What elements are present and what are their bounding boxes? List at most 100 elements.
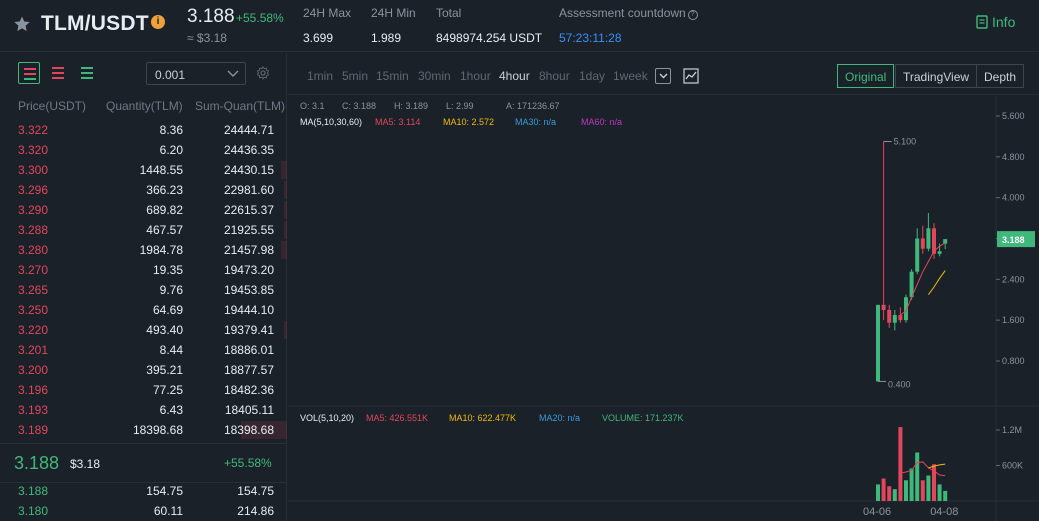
volume-bar xyxy=(876,484,880,501)
bid-quantity: 154.75 xyxy=(146,484,183,498)
volume-bar xyxy=(943,490,948,501)
ohlc-legend-l: L: 2.99 xyxy=(446,101,474,111)
ask-row[interactable]: 3.250 64.69 19444.10 xyxy=(0,300,287,320)
ask-row[interactable]: 3.265 9.76 19453.85 xyxy=(0,280,287,300)
view-bids-button[interactable] xyxy=(76,62,98,84)
mid-price: 3.188 xyxy=(14,453,60,473)
volume-bar xyxy=(892,489,897,501)
ask-price: 3.296 xyxy=(18,183,49,197)
volume-bar xyxy=(920,480,925,501)
bid-price: 3.188 xyxy=(18,484,49,498)
indicator-icon[interactable] xyxy=(683,68,699,84)
price-tick-label: 0.800 xyxy=(1002,356,1025,366)
mode-tab-original[interactable]: Original xyxy=(837,64,895,88)
volume-legend-volume: VOLUME: 171.237K xyxy=(602,413,684,423)
depth-bar xyxy=(284,221,287,239)
price-tick-label: 4.000 xyxy=(1002,193,1025,203)
countdown-label: Assessment countdown xyxy=(559,6,686,20)
view-asks-button[interactable] xyxy=(47,62,69,84)
trading-pair: TLM/USDT xyxy=(41,12,149,35)
ask-quantity: 366.23 xyxy=(146,183,183,197)
precision-select[interactable]: 0.001 xyxy=(146,62,246,85)
bid-quantity: 60.11 xyxy=(153,504,183,518)
ask-row[interactable]: 3.296 366.23 22981.60 xyxy=(0,180,287,200)
ohlc-legend-h: H: 3.189 xyxy=(394,101,428,111)
stat-value: 57:23:11:28 xyxy=(559,31,622,45)
ask-row[interactable]: 3.270 19.35 19473.20 xyxy=(0,260,287,280)
timeframe-30min[interactable]: 30min xyxy=(418,69,451,83)
ohlc-legend-a: A: 171236.67 xyxy=(506,101,560,111)
ask-row[interactable]: 3.200 395.21 18877.57 xyxy=(0,360,287,380)
gear-icon[interactable] xyxy=(256,66,270,80)
ask-row[interactable]: 3.220 493.40 19379.41 xyxy=(0,320,287,340)
ask-row[interactable]: 3.320 6.20 24436.35 xyxy=(0,140,287,160)
volume-bar xyxy=(898,427,903,501)
more-timeframes-dropdown[interactable] xyxy=(655,68,671,84)
ask-row[interactable]: 3.196 77.25 18482.36 xyxy=(0,380,287,400)
stat-value: 3.699 xyxy=(303,31,334,45)
ask-price: 3.200 xyxy=(18,363,49,377)
timeframe-4hour[interactable]: 4hour xyxy=(499,69,530,83)
bid-price: 3.180 xyxy=(18,504,49,518)
ma-legend-label: MA(5,10,30,60) xyxy=(300,117,362,127)
ask-row[interactable]: 3.193 6.43 18405.11 xyxy=(0,400,287,420)
volume-tick-label: 600K xyxy=(1002,461,1023,471)
ask-quantity: 689.82 xyxy=(146,203,183,217)
ask-quantity: 6.20 xyxy=(159,143,183,157)
timeframe-5min[interactable]: 5min xyxy=(342,69,368,83)
timeframe-15min[interactable]: 15min xyxy=(376,69,409,83)
price-tick-label: 4.800 xyxy=(1002,152,1025,162)
info-button[interactable]: Info xyxy=(976,14,1015,30)
timeframe-8hour[interactable]: 8hour xyxy=(539,69,570,83)
mode-tab-depth[interactable]: Depth xyxy=(976,64,1025,88)
ask-price: 3.320 xyxy=(18,143,49,157)
bid-sum: 154.75 xyxy=(237,484,274,498)
pair-info-icon[interactable]: i xyxy=(151,15,165,29)
depth-bar xyxy=(284,201,287,219)
candle-body xyxy=(937,251,942,254)
ask-row[interactable]: 3.290 689.82 22615.37 xyxy=(0,200,287,220)
stat-value: 8498974.254 USDT xyxy=(436,31,543,45)
timeframe-1min[interactable]: 1min xyxy=(307,69,333,83)
ohlc-legend-o: O: 3.1 xyxy=(300,101,325,111)
ask-sum: 22981.60 xyxy=(223,183,274,197)
ask-row[interactable]: 3.300 1448.55 24430.15 xyxy=(0,160,287,180)
ask-row[interactable]: 3.280 1984.78 21457.98 xyxy=(0,240,287,260)
ask-quantity: 467.57 xyxy=(146,223,183,237)
kline-chart[interactable]: 5.6004.8004.0003.2002.4001.6000.8001.2M6… xyxy=(288,96,1039,521)
ohlc-legend-c: C: 3.188 xyxy=(342,101,376,111)
ask-price: 3.322 xyxy=(18,123,49,137)
candle-body xyxy=(915,238,920,272)
ask-row[interactable]: 3.288 467.57 21925.55 xyxy=(0,220,287,240)
ask-price: 3.288 xyxy=(18,223,49,237)
mode-tab-tradingview[interactable]: TradingView xyxy=(895,64,978,88)
ask-sum: 21457.98 xyxy=(223,243,274,257)
info-button-label: Info xyxy=(992,14,1016,30)
help-icon[interactable]: ? xyxy=(687,10,698,20)
ask-quantity: 9.76 xyxy=(159,283,183,297)
time-tick-label: 04-06 xyxy=(863,506,891,518)
stat-label: 24H Max xyxy=(303,6,352,20)
timeframe-1week[interactable]: 1week xyxy=(613,69,648,83)
ask-row[interactable]: 3.322 8.36 24444.71 xyxy=(0,120,287,140)
chart-toolbar: 1min 5min 15min 30min 1hour 4hour 8hour 1day 1we… xyxy=(288,53,1039,95)
ask-row[interactable]: 3.201 8.44 18886.01 xyxy=(0,340,287,360)
timeframe-1hour[interactable]: 1hour xyxy=(460,69,491,83)
time-tick-label: 04-08 xyxy=(930,506,958,518)
ask-quantity: 64.69 xyxy=(152,303,183,317)
favorite-star-icon[interactable] xyxy=(13,15,31,33)
low-marker-label: 0.400 xyxy=(888,379,911,389)
ask-quantity: 8.44 xyxy=(159,343,183,357)
ask-row[interactable]: 3.189 18398.68 18398.68 xyxy=(0,420,287,440)
timeframe-1day[interactable]: 1day xyxy=(579,69,605,83)
mid-price-bar: 3.188 $3.18 +55.58% xyxy=(0,443,287,483)
ask-quantity: 18398.68 xyxy=(132,423,183,437)
bid-row[interactable]: 3.188 154.75 154.75 xyxy=(0,481,287,501)
stat-value: 1.989 xyxy=(371,31,402,45)
view-both-button[interactable] xyxy=(18,62,40,84)
depth-bar xyxy=(284,321,287,339)
volume-legend-ma20: MA20: n/a xyxy=(539,413,580,423)
bid-row[interactable]: 3.180 60.11 214.86 xyxy=(0,501,287,521)
price-tick-label: 2.400 xyxy=(1002,274,1025,284)
volume-legend-ma10: MA10: 622.477K xyxy=(449,413,516,423)
